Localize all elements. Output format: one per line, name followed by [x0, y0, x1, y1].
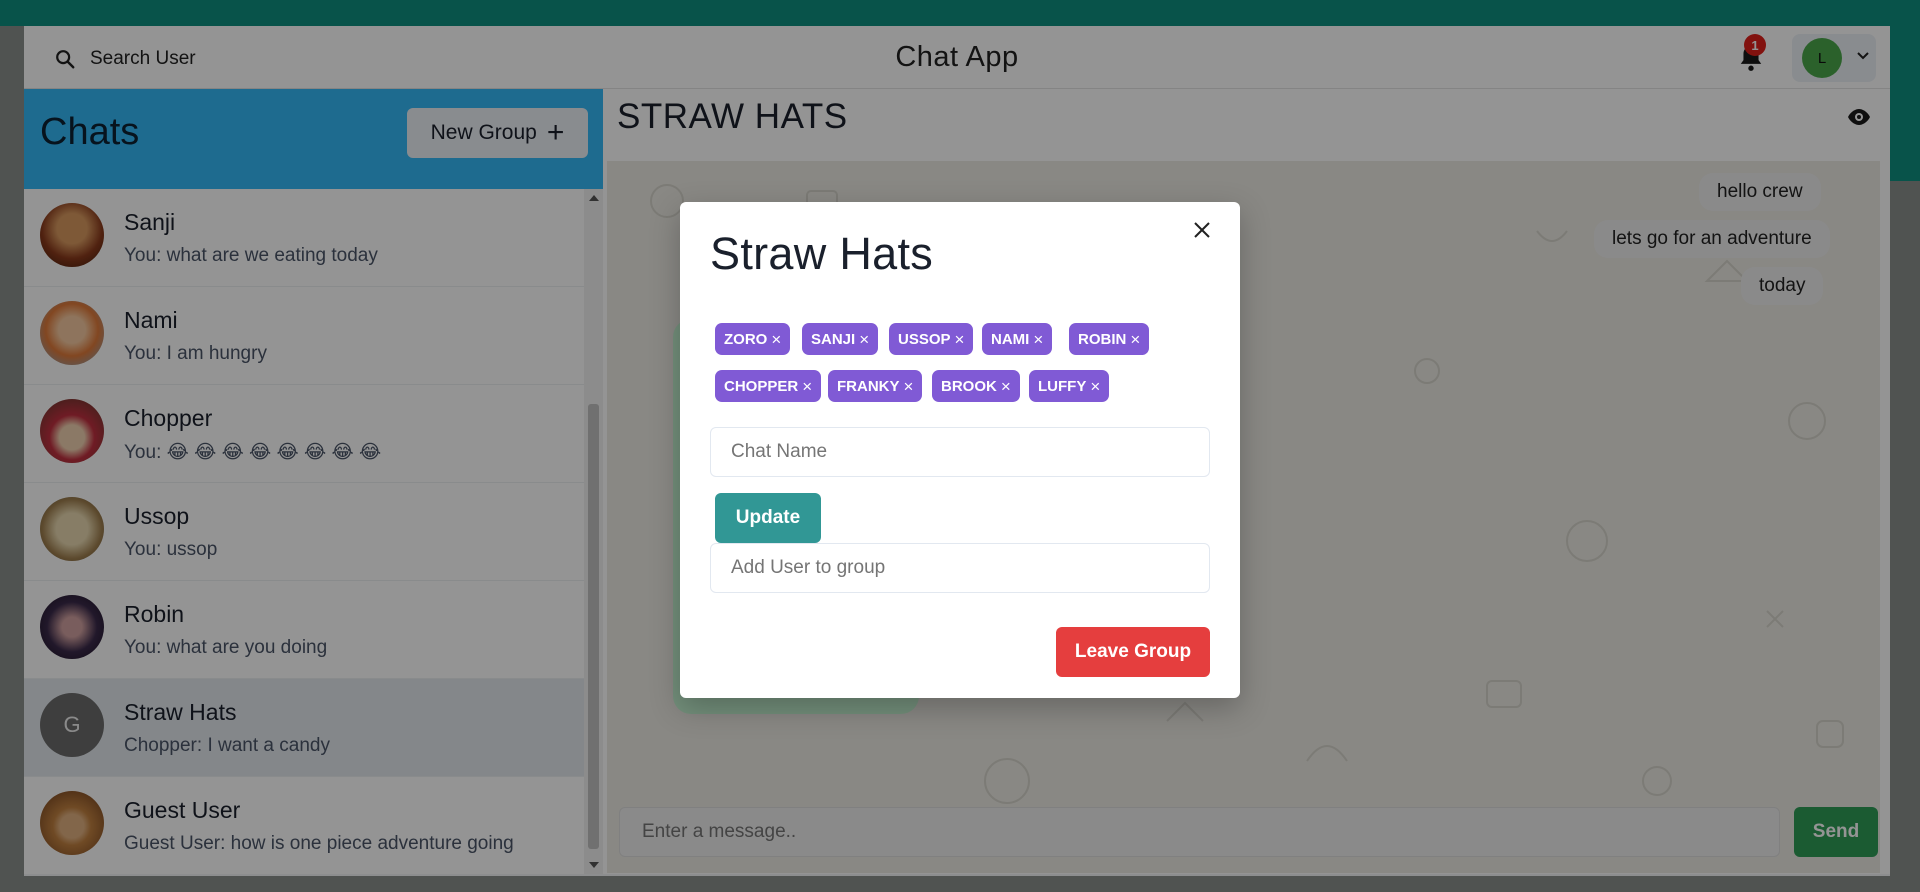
remove-member-icon[interactable]: × — [802, 378, 812, 395]
member-name: NAMI — [991, 330, 1030, 348]
remove-member-icon[interactable]: × — [1090, 378, 1100, 395]
member-tag-brook: BROOK × — [932, 370, 1020, 402]
remove-member-icon[interactable]: × — [904, 378, 914, 395]
member-tag-robin: ROBIN × — [1069, 323, 1150, 355]
member-tag-nami: NAMI × — [982, 323, 1053, 355]
member-name: LUFFY — [1038, 377, 1087, 395]
member-name: FRANKY — [837, 377, 900, 395]
member-tag-chopper: CHOPPER × — [715, 370, 822, 402]
member-tag-franky: FRANKY × — [828, 370, 923, 402]
close-icon — [1194, 222, 1210, 238]
member-tag-sanji: SANJI × — [802, 323, 879, 355]
member-name: USSOP — [898, 330, 951, 348]
member-tag-zoro: ZORO × — [715, 323, 791, 355]
leave-group-button[interactable]: Leave Group — [1056, 627, 1210, 677]
chat-name-input[interactable] — [710, 427, 1210, 477]
add-user-input[interactable] — [710, 543, 1210, 593]
update-button[interactable]: Update — [715, 493, 821, 543]
remove-member-icon[interactable]: × — [1001, 378, 1011, 395]
remove-member-icon[interactable]: × — [771, 331, 781, 348]
member-name: SANJI — [811, 330, 856, 348]
update-group-modal: Straw Hats ZORO × SANJI × USSOP × NAMI × ROB… — [680, 202, 1240, 698]
remove-member-icon[interactable]: × — [1033, 331, 1043, 348]
member-name: BROOK — [941, 377, 997, 395]
remove-member-icon[interactable]: × — [955, 331, 965, 348]
member-tag-ussop: USSOP × — [889, 323, 974, 355]
close-button[interactable] — [1192, 220, 1218, 246]
modal-title: Straw Hats — [710, 228, 934, 279]
member-name: CHOPPER — [724, 377, 799, 395]
remove-member-icon[interactable]: × — [1130, 331, 1140, 348]
member-name: ROBIN — [1078, 330, 1127, 348]
member-tag-luffy: LUFFY × — [1029, 370, 1110, 402]
member-name: ZORO — [724, 330, 768, 348]
remove-member-icon[interactable]: × — [859, 331, 869, 348]
